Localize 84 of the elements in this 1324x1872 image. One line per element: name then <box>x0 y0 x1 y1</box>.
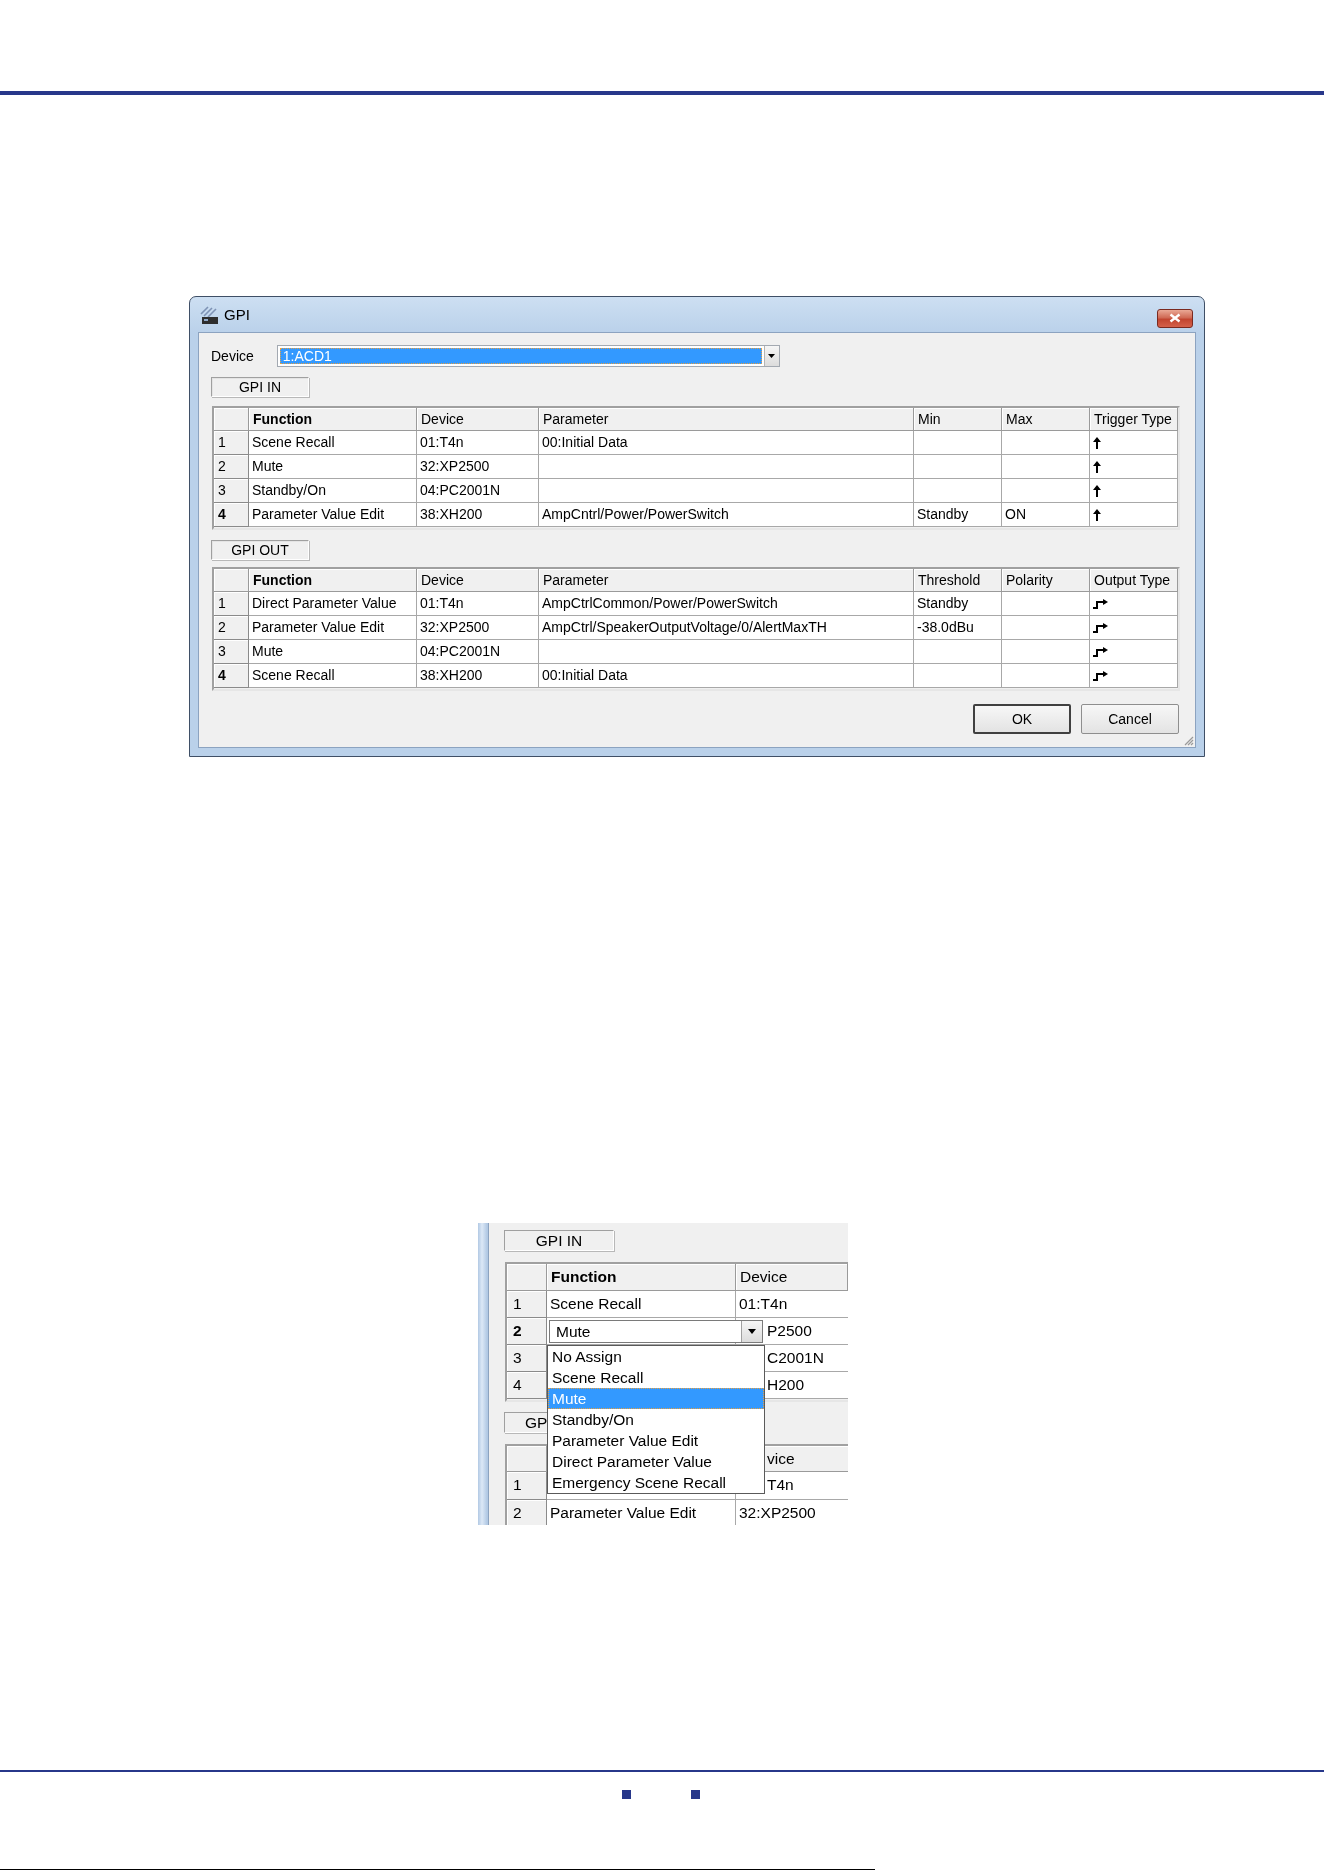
column-header: Device <box>736 1264 848 1291</box>
row-header[interactable]: 2 <box>507 1318 547 1345</box>
table-cell: Scene Recall <box>547 1291 736 1318</box>
table-cell: Standby <box>914 503 1002 527</box>
column-header: Threshold <box>914 569 1002 592</box>
column-header: Parameter <box>539 569 914 592</box>
table-cell: Scene Recall <box>249 664 417 688</box>
table-cell: Parameter Value Edit <box>249 503 417 527</box>
up-arrow-icon <box>1093 508 1101 521</box>
caret-icon <box>748 1329 756 1334</box>
square-bullet-icon <box>691 1790 700 1799</box>
column-header: Parameter <box>539 408 914 431</box>
table-cell: Standby/On <box>249 479 417 503</box>
row-header[interactable]: 4 <box>214 664 249 688</box>
table-cell: 32:XP2500 <box>736 1500 848 1525</box>
section-label: GPI IN <box>211 377 309 397</box>
table-cell: 32:XP2500 <box>417 455 539 479</box>
column-header: Max <box>1002 408 1090 431</box>
row-header[interactable]: 4 <box>507 1372 547 1399</box>
column-header: Function <box>249 569 417 592</box>
table-cell: -38.0dBu <box>914 616 1002 640</box>
section-label: GPI IN <box>504 1230 614 1251</box>
up-arrow-icon <box>1093 436 1101 449</box>
table-cell: 38:XH200 <box>417 503 539 527</box>
square-bullet-icon <box>622 1790 631 1799</box>
step-arrow-icon <box>1093 622 1108 633</box>
up-arrow-icon <box>1093 484 1101 497</box>
row-header[interactable]: 3 <box>507 1345 547 1372</box>
column-header: Polarity <box>1002 569 1090 592</box>
table-cell: Mute <box>249 455 417 479</box>
table-cell: 00:Initial Data <box>539 664 914 688</box>
table-cell: Direct Parameter Value <box>249 592 417 616</box>
row-header[interactable]: 3 <box>214 640 249 664</box>
resize-grip-icon <box>1184 736 1194 746</box>
section-label: GPI OUT <box>211 540 309 560</box>
step-arrow-icon <box>1093 646 1108 657</box>
window-title: GPI <box>224 306 250 323</box>
row-header[interactable]: 2 <box>507 1500 547 1525</box>
row-header[interactable]: 4 <box>214 503 249 527</box>
dialog-button[interactable]: Cancel <box>1081 704 1179 734</box>
row-header[interactable]: 1 <box>214 431 249 455</box>
row-header[interactable]: 3 <box>214 479 249 503</box>
column-header: Min <box>914 408 1002 431</box>
table-cell: Scene Recall <box>249 431 417 455</box>
function-dropdown[interactable]: Mute <box>549 1320 763 1343</box>
table-cell: ON <box>1002 503 1090 527</box>
column-header: Trigger Type <box>1090 408 1178 431</box>
table-cell: 04:PC2001N <box>417 479 539 503</box>
row-header[interactable]: 1 <box>214 592 249 616</box>
row-header[interactable]: 2 <box>214 616 249 640</box>
close-button[interactable] <box>1157 308 1193 328</box>
field-label: Device <box>211 348 254 364</box>
table-cell: AmpCtrlCommon/Power/PowerSwitch <box>539 592 914 616</box>
column-header: Function <box>547 1264 736 1291</box>
table-cell: Parameter Value Edit <box>249 616 417 640</box>
table-cell: 01:T4n <box>417 592 539 616</box>
step-arrow-icon <box>1093 598 1108 609</box>
table-cell: Parameter Value Edit <box>547 1500 736 1525</box>
dropdown-button[interactable] <box>763 346 779 366</box>
dropdown-button[interactable] <box>741 1321 762 1342</box>
device-icon <box>199 304 219 325</box>
caret-icon <box>768 354 776 358</box>
table-cell: Mute <box>249 640 417 664</box>
table-cell: 38:XH200 <box>417 664 539 688</box>
table-cell: Standby <box>914 592 1002 616</box>
row-header[interactable]: 1 <box>507 1472 547 1500</box>
table-cell: 01:T4n <box>417 431 539 455</box>
table-cell: 00:Initial Data <box>539 431 914 455</box>
row-header[interactable]: 2 <box>214 455 249 479</box>
table-cell: 01:T4n <box>736 1291 848 1318</box>
table-cell: 32:XP2500 <box>417 616 539 640</box>
column-header: Device <box>417 408 539 431</box>
close-icon <box>1169 313 1181 323</box>
column-header: Device <box>417 569 539 592</box>
column-header: Function <box>249 408 417 431</box>
table-cell: 04:PC2001N <box>417 640 539 664</box>
step-arrow-icon <box>1093 670 1108 681</box>
dropdown-option[interactable]: Standby/On <box>548 1409 764 1430</box>
dialog-button[interactable]: OK <box>973 704 1071 734</box>
row-header[interactable]: 1 <box>507 1291 547 1318</box>
table-cell: AmpCtrl/SpeakerOutputVoltage/0/AlertMaxTH <box>539 616 914 640</box>
table-cell: AmpCntrl/Power/PowerSwitch <box>539 503 914 527</box>
column-header: Output Type <box>1090 569 1178 592</box>
up-arrow-icon <box>1093 460 1101 473</box>
